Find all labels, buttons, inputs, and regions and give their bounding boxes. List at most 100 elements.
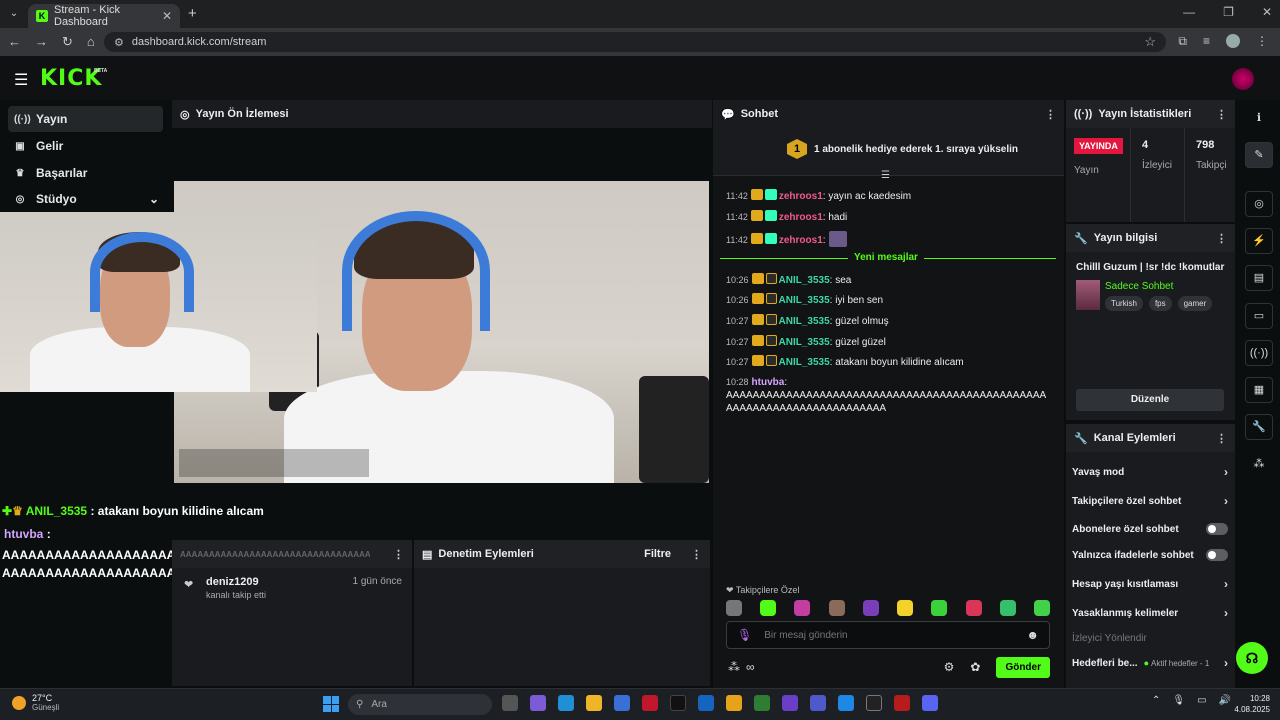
- task-view-icon[interactable]: [502, 695, 518, 711]
- network-icon[interactable]: ▭: [1197, 695, 1206, 706]
- home-icon[interactable]: ⌂: [87, 34, 95, 50]
- more-options-icon[interactable]: ⋮: [393, 548, 404, 561]
- close-window-icon[interactable]: ✕: [1262, 5, 1272, 19]
- copilot-icon[interactable]: [530, 695, 546, 711]
- dashboard-icon[interactable]: ▦: [1245, 377, 1273, 403]
- app-icon[interactable]: [782, 695, 798, 711]
- omnibox[interactable]: ⚙ dashboard.kick.com/stream ☆: [104, 32, 1166, 52]
- support-headset-icon[interactable]: ☊: [1236, 642, 1268, 674]
- chrome-icon[interactable]: [726, 695, 742, 711]
- reading-list-icon[interactable]: ≡: [1203, 34, 1210, 49]
- clock[interactable]: 10:28 4.08.2025: [1232, 693, 1270, 715]
- subscribers-only-toggle[interactable]: [1206, 523, 1228, 535]
- edge-icon[interactable]: [558, 695, 574, 711]
- sidebar-item-basarilar[interactable]: ♛ Başarılar: [8, 160, 163, 186]
- emote-icon[interactable]: [1033, 600, 1050, 616]
- url-text[interactable]: dashboard.kick.com/stream: [132, 36, 267, 48]
- app-icon[interactable]: [838, 695, 854, 711]
- sidebar-item-studyo[interactable]: ◎ Stüdyo ⌄: [8, 186, 163, 212]
- emote-icon[interactable]: [760, 600, 777, 616]
- more-options-icon[interactable]: ⋮: [691, 548, 702, 561]
- camera-icon[interactable]: ◎: [1245, 191, 1273, 217]
- browser-tab[interactable]: K Stream - Kick Dashboard ✕: [28, 4, 180, 28]
- store-icon[interactable]: [614, 695, 630, 711]
- sidebar-item-yayin[interactable]: ((·)) Yayın: [8, 106, 163, 132]
- chat-input-box[interactable]: 🎙 ☻: [726, 621, 1050, 649]
- microphone-icon[interactable]: 🎙: [1172, 695, 1185, 706]
- user-avatar[interactable]: [1232, 68, 1254, 90]
- more-options-icon[interactable]: ⋮: [1216, 432, 1227, 445]
- emote-icon[interactable]: [897, 600, 914, 616]
- emotes-only-toggle[interactable]: [1206, 549, 1228, 561]
- chevron-down-icon[interactable]: ⌄: [149, 192, 159, 206]
- back-icon[interactable]: ←: [8, 34, 21, 50]
- emote-icon[interactable]: [794, 600, 811, 616]
- opera-icon[interactable]: [642, 695, 658, 711]
- emote-icon[interactable]: [965, 600, 982, 616]
- emote-icon[interactable]: [862, 600, 879, 616]
- chat-username[interactable]: zehroos1: [779, 191, 823, 202]
- more-options-icon[interactable]: ⋮: [1216, 108, 1227, 121]
- taskbar-search[interactable]: ⚲ Ara: [348, 694, 492, 715]
- file-explorer-icon[interactable]: [586, 695, 602, 711]
- chat-username[interactable]: ANIL_3535: [779, 275, 830, 286]
- emote-icon[interactable]: [931, 600, 948, 616]
- app-icon[interactable]: [754, 695, 770, 711]
- minimize-icon[interactable]: —: [1183, 5, 1195, 19]
- emote-icon[interactable]: [726, 600, 742, 616]
- edit-button[interactable]: Düzenle: [1076, 389, 1224, 411]
- filter-button[interactable]: Filtre: [644, 548, 671, 560]
- action-slow-mode[interactable]: Yavaş mod ›: [1072, 464, 1228, 480]
- outlook-icon[interactable]: [698, 695, 714, 711]
- chat-username[interactable]: ANIL_3535: [779, 316, 830, 327]
- action-account-age[interactable]: Hesap yaşı kısıtlaması ›: [1072, 576, 1228, 592]
- activity-user[interactable]: deniz1209: [206, 576, 259, 588]
- discord-icon[interactable]: [922, 695, 938, 711]
- more-options-icon[interactable]: ⋮: [1045, 108, 1056, 121]
- bookmark-star-icon[interactable]: ☆: [1144, 34, 1156, 50]
- site-info-icon[interactable]: ⚙: [114, 36, 124, 49]
- pencil-icon[interactable]: ✎: [1245, 142, 1273, 168]
- infinity-icon[interactable]: ∞: [746, 660, 755, 674]
- windows-start-icon[interactable]: [323, 696, 339, 712]
- chat-username[interactable]: ANIL_3535: [779, 295, 830, 306]
- emote-icon[interactable]: [828, 600, 845, 616]
- weather-widget[interactable]: 27°C Güneşli: [12, 693, 59, 712]
- tiktok-icon[interactable]: [670, 695, 686, 711]
- pinned-collapse-icon[interactable]: ☰: [881, 170, 890, 181]
- forward-icon[interactable]: →: [35, 34, 48, 50]
- emote-icon[interactable]: [999, 600, 1016, 616]
- chat-username[interactable]: ANIL_3535: [779, 357, 830, 368]
- extensions-icon[interactable]: ⧉: [1178, 34, 1187, 49]
- chat-username[interactable]: zehroos1: [779, 235, 823, 246]
- hamburger-menu-icon[interactable]: ☰: [14, 70, 28, 90]
- tab-list-icon[interactable]: ⌄: [6, 6, 22, 22]
- wrench-icon[interactable]: 🔧: [1245, 414, 1273, 440]
- sidebar-item-gelir[interactable]: ▣ Gelir: [8, 133, 163, 159]
- puzzle-icon[interactable]: ✿: [970, 660, 980, 674]
- menu-icon[interactable]: ⋮: [1256, 34, 1268, 49]
- action-followers-only[interactable]: Takipçilere özel sohbet ›: [1072, 493, 1228, 509]
- chat-icon[interactable]: ▭: [1245, 303, 1273, 329]
- microphone-icon[interactable]: 🎙: [737, 628, 752, 642]
- obs-icon[interactable]: [866, 695, 882, 711]
- chat-username[interactable]: zehroos1: [779, 212, 823, 223]
- send-button[interactable]: Gönder: [996, 656, 1050, 678]
- profile-avatar[interactable]: [1226, 34, 1240, 48]
- chevron-up-icon[interactable]: ⌃: [1152, 695, 1160, 706]
- app-icon[interactable]: [894, 695, 910, 711]
- more-options-icon[interactable]: ⋮: [1216, 232, 1227, 245]
- chat-input[interactable]: [764, 629, 1015, 641]
- points-icon[interactable]: ⁂: [1245, 452, 1273, 478]
- close-tab-icon[interactable]: ✕: [162, 9, 172, 23]
- category-name[interactable]: Sadece Sohbet: [1105, 281, 1173, 292]
- restore-icon[interactable]: ❐: [1223, 5, 1234, 19]
- action-goals[interactable]: Hedefleri be... ● Aktif hedefler - 1 ›: [1072, 655, 1228, 671]
- new-tab-icon[interactable]: +: [188, 5, 197, 22]
- reload-icon[interactable]: ↻: [62, 34, 73, 50]
- broadcast-icon[interactable]: ((·)): [1245, 340, 1273, 366]
- chat-username[interactable]: htuvba: [752, 377, 785, 388]
- kick-points-icon[interactable]: ⁂: [728, 660, 740, 674]
- action-banned-words[interactable]: Yasaklanmış kelimeler ›: [1072, 605, 1228, 621]
- gear-icon[interactable]: ⚙: [944, 660, 955, 674]
